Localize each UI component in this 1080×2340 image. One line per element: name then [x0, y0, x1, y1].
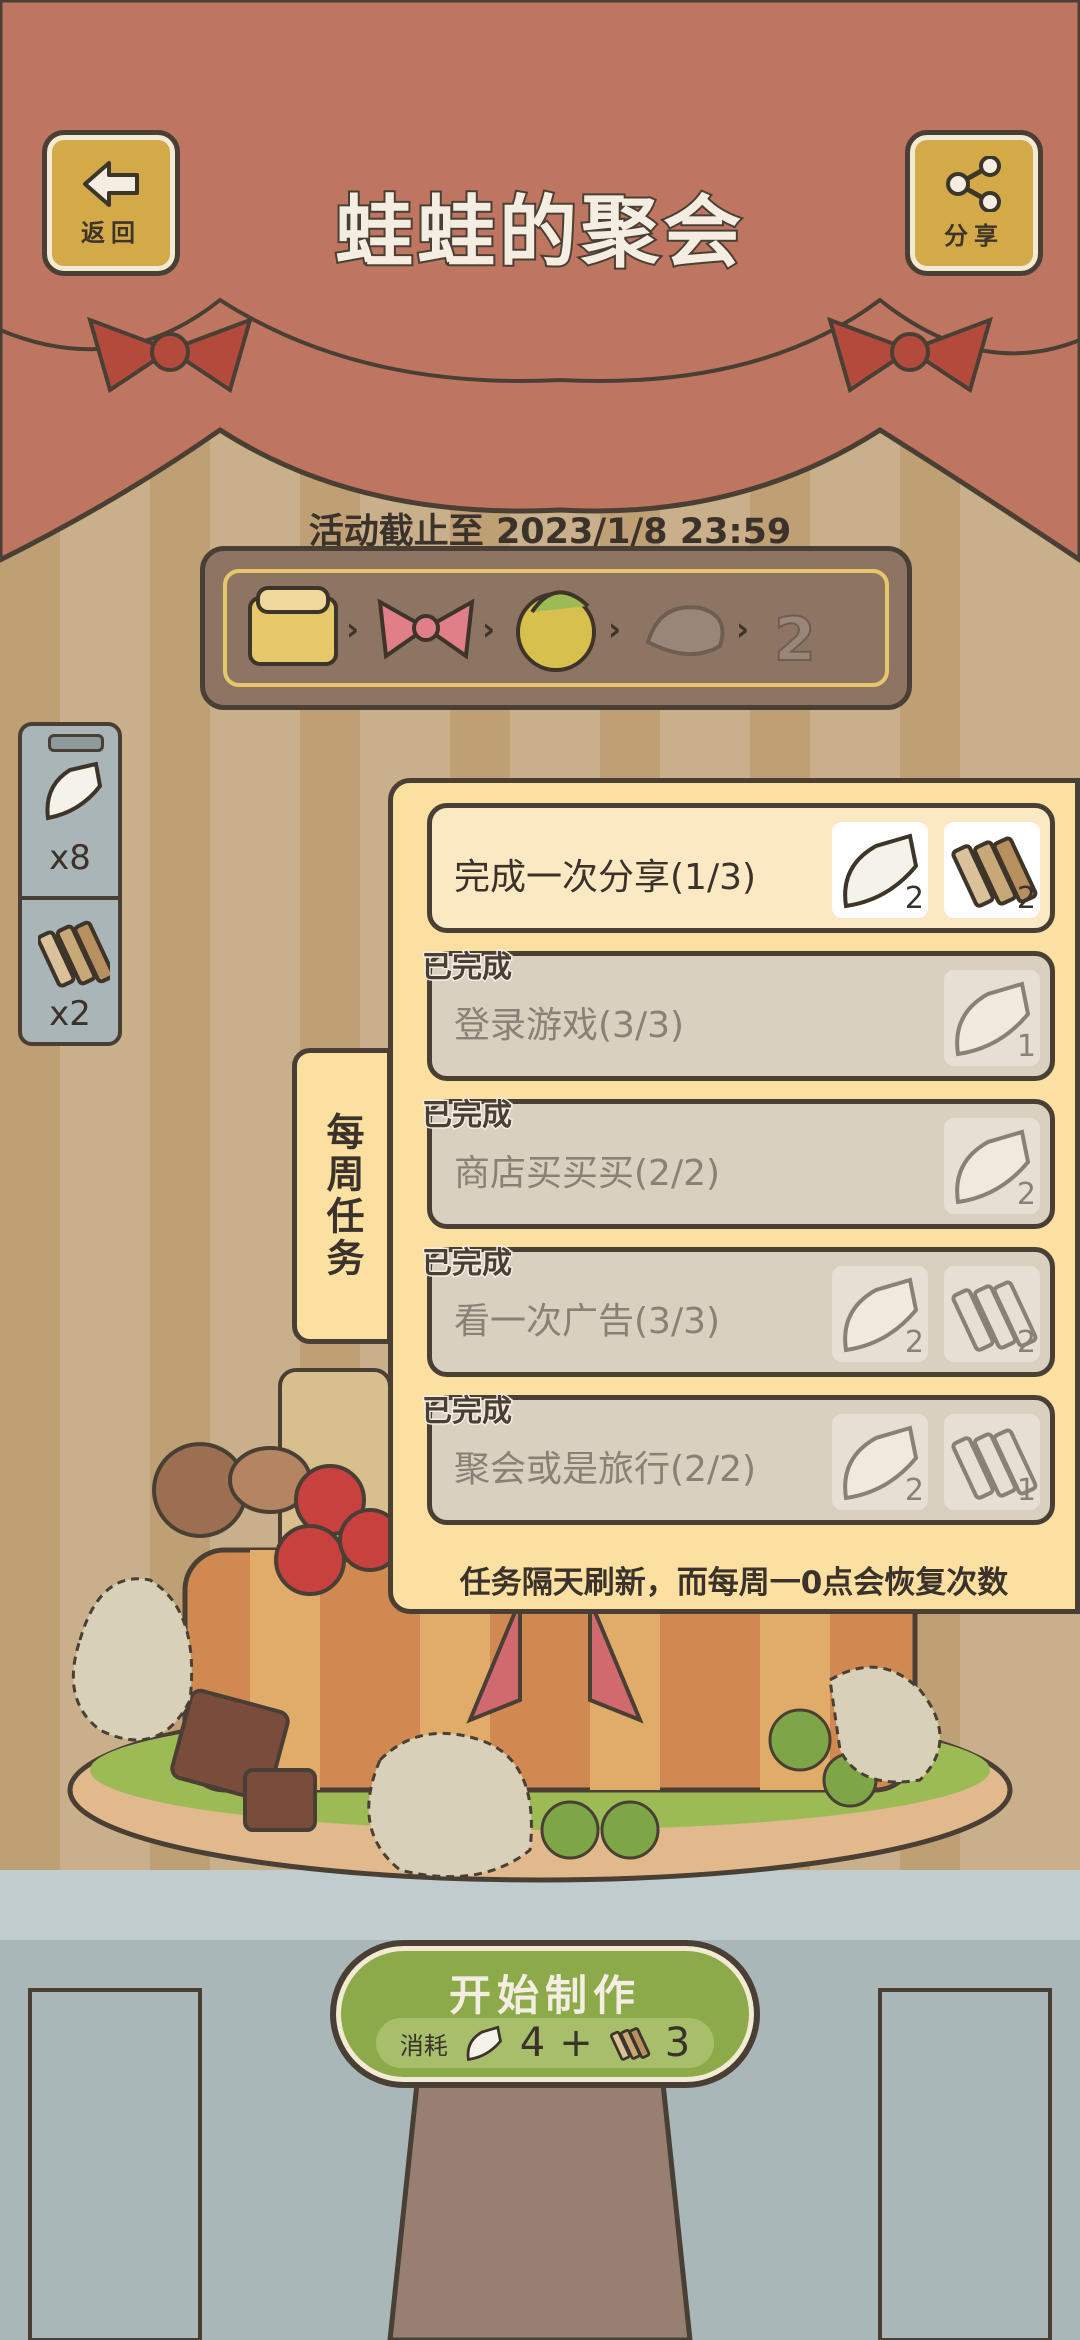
crayons-icon	[38, 920, 110, 988]
svg-text:›: ›	[736, 610, 749, 648]
reward-slot: 2	[944, 822, 1040, 918]
task-name: 聚会或是旅行(2/2)	[454, 1449, 757, 1490]
reward-qty: 2	[1016, 881, 1036, 916]
reward-slot: 2	[944, 1118, 1040, 1214]
bow-icon	[377, 598, 475, 660]
cost-bag-amount: 4	[519, 2020, 546, 2066]
task-name: 完成一次分享(1/3)	[454, 857, 757, 898]
reward-qty: 2	[904, 881, 924, 916]
completed-tag: 已完成	[421, 1097, 514, 1135]
stage-progress-track: › › › › 2	[248, 586, 817, 676]
piping-bag-icon	[45, 761, 103, 821]
cost-label: 消耗	[399, 2031, 448, 2060]
reward-slot: 1	[944, 970, 1040, 1066]
share-button[interactable]: 分享	[905, 130, 1043, 276]
completed-tag: 已完成	[421, 949, 514, 987]
crayons-icon	[609, 2027, 651, 2061]
page-title: 蛙蛙的聚会	[333, 186, 745, 280]
reward-slot: 1	[944, 1414, 1040, 1510]
reward-slot: 2	[944, 1266, 1040, 1362]
task-row: 已完成 聚会或是旅行(2/2) 2 1	[421, 1393, 1055, 1525]
task-row[interactable]: 完成一次分享(1/3) 2 2	[427, 803, 1055, 933]
reward-slot: 2	[832, 1414, 928, 1510]
cake-base-icon	[248, 586, 338, 666]
svg-text:›: ›	[482, 610, 495, 648]
task-row: 已完成 商店买买买(2/2) 2	[421, 1097, 1055, 1229]
cost-crayon-amount: 3	[664, 2020, 691, 2066]
task-row: 已完成 看一次广告(3/3) 2 2	[421, 1245, 1055, 1377]
task-row: 已完成 登录游戏(3/3) 1	[421, 949, 1055, 1081]
inventory-bag-count: x8	[49, 838, 91, 878]
reward-qty: 2	[904, 1473, 924, 1508]
shell-house-icon	[516, 590, 596, 672]
cost-bar: 消耗 4 + 3	[376, 2018, 714, 2068]
share-icon	[946, 155, 1001, 212]
reward-qty: 2	[1016, 1177, 1036, 1212]
task-name: 登录游戏(3/3)	[454, 1005, 685, 1046]
number-two-icon: 2	[773, 604, 817, 676]
weekly-tasks-panel: 完成一次分享(1/3) 2 2 已完成 登录游戏(3/3) 1 已完成 商店买买…	[388, 778, 1080, 1614]
inventory-crayon-count: x2	[49, 994, 91, 1034]
reward-qty: 2	[1016, 1325, 1036, 1360]
stage-progress-panel: › › › › 2	[200, 546, 912, 710]
weekly-tasks-tab-label: 每周任务	[320, 1112, 364, 1280]
arrow-left-icon	[83, 160, 139, 207]
reward-slot: 2	[832, 1266, 928, 1362]
leaf-creature-icon	[645, 605, 725, 657]
reward-qty: 1	[1016, 1029, 1036, 1064]
start-making-label: 开始制作	[448, 1971, 641, 2020]
reward-qty: 2	[904, 1325, 924, 1360]
back-button[interactable]: 返回	[42, 130, 180, 276]
reward-slot: 2	[832, 822, 928, 918]
start-making-button[interactable]: 开始制作 消耗 4 + 3	[330, 1940, 760, 2088]
completed-tag: 已完成	[421, 1245, 514, 1283]
completed-tag: 已完成	[421, 1393, 514, 1431]
tasks-refresh-note: 任务隔天刷新，而每周一0点会恢复次数	[459, 1565, 1009, 1601]
svg-text:›: ›	[346, 610, 359, 648]
inventory-bar: x8 x2	[18, 722, 122, 1046]
svg-text:2: 2	[774, 605, 816, 675]
back-button-label: 返回	[81, 218, 141, 247]
task-name: 看一次广告(3/3)	[454, 1301, 721, 1342]
weekly-tasks-tab[interactable]: 每周任务	[292, 1048, 392, 1344]
reward-qty: 1	[1016, 1473, 1036, 1508]
task-name: 商店买买买(2/2)	[454, 1153, 721, 1194]
share-button-label: 分享	[944, 221, 1004, 250]
piping-bag-icon	[466, 2025, 502, 2062]
cost-plus: +	[559, 2020, 593, 2066]
svg-text:›: ›	[608, 610, 621, 648]
